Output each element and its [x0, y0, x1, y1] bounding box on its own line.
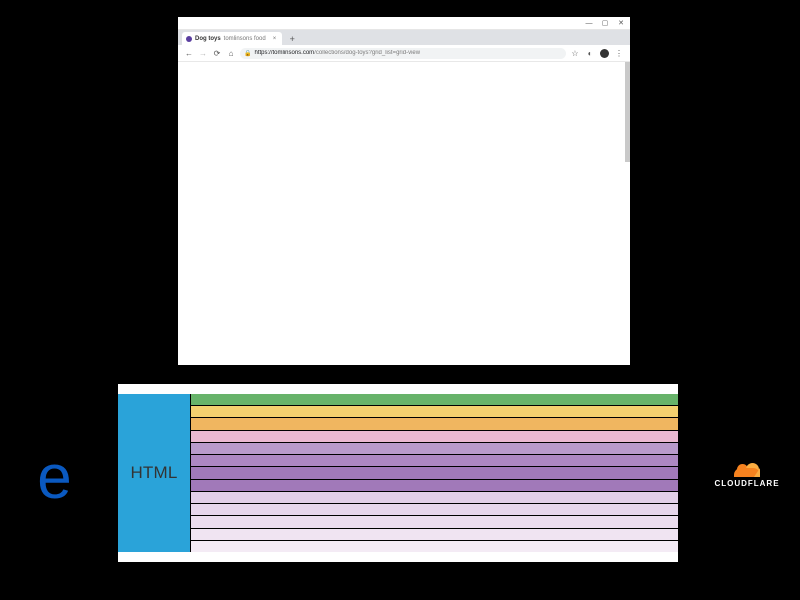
- window-minimize-button[interactable]: —: [584, 18, 594, 28]
- page-viewport: [178, 62, 630, 365]
- toolbar-right: ☆ ◐ ⋮: [570, 48, 624, 58]
- diagram-row: [190, 492, 678, 504]
- address-bar: ← → ⟳ ⌂ 🔒 https://tomlinsons.com/collect…: [178, 45, 630, 62]
- star-icon[interactable]: ☆: [570, 48, 580, 58]
- diagram-row: [190, 394, 678, 406]
- kebab-menu-icon[interactable]: ⋮: [614, 48, 624, 58]
- diagram-row: [190, 455, 678, 467]
- diagram-inner: HTML: [118, 394, 678, 552]
- tab-title-secondary: tomlinsons food: [224, 36, 266, 42]
- diagram-row: [190, 406, 678, 418]
- url-text: https://tomlinsons.com/collections/dog-t…: [254, 50, 420, 56]
- cloudflare-wordmark: CLOUDFLARE: [714, 479, 779, 488]
- tab-close-icon[interactable]: ×: [273, 36, 277, 42]
- diagram-row: [190, 516, 678, 528]
- diagram-row: [190, 504, 678, 516]
- window-close-button[interactable]: ✕: [616, 18, 626, 28]
- diagram-row: [190, 443, 678, 455]
- window-maximize-button[interactable]: ▢: [600, 18, 610, 28]
- forward-button[interactable]: →: [198, 48, 208, 58]
- favicon-icon: [186, 36, 192, 42]
- diagram-label: HTML: [118, 394, 190, 552]
- reload-button[interactable]: ⟳: [212, 48, 222, 58]
- window-titlebar: — ▢ ✕: [178, 17, 630, 30]
- url-field[interactable]: 🔒 https://tomlinsons.com/collections/dog…: [240, 48, 566, 59]
- diagram-row: [190, 467, 678, 479]
- lock-icon: 🔒: [244, 50, 251, 57]
- edge-browser-logo-icon: e: [21, 444, 88, 511]
- extension-icon[interactable]: ◐: [585, 48, 595, 58]
- tab-title-primary: Dog toys: [195, 36, 221, 42]
- vertical-scrollbar[interactable]: [625, 62, 630, 162]
- diagram-row: [190, 529, 678, 541]
- profile-avatar[interactable]: [600, 49, 609, 58]
- cloudflare-cloud-icon: [732, 463, 762, 477]
- cloudflare-logo: CLOUDFLARE: [701, 463, 793, 493]
- browser-tab[interactable]: Dog toys tomlinsons food ×: [182, 32, 282, 45]
- diagram-rows: [190, 394, 678, 552]
- diagram-row: [190, 480, 678, 492]
- url-host: https://tomlinsons.com: [254, 50, 314, 56]
- url-path: /collections/dog-toys?grid_list=grid-vie…: [314, 50, 420, 56]
- home-button[interactable]: ⌂: [226, 48, 236, 58]
- diagram-row: [190, 418, 678, 430]
- diagram-row: [190, 431, 678, 443]
- back-button[interactable]: ←: [184, 48, 194, 58]
- browser-window: — ▢ ✕ Dog toys tomlinsons food × + ← → ⟳…: [178, 17, 630, 363]
- new-tab-button[interactable]: +: [286, 33, 298, 45]
- tab-strip: Dog toys tomlinsons food × +: [178, 30, 630, 45]
- diagram-row: [190, 541, 678, 552]
- html-stream-diagram: HTML: [118, 384, 678, 562]
